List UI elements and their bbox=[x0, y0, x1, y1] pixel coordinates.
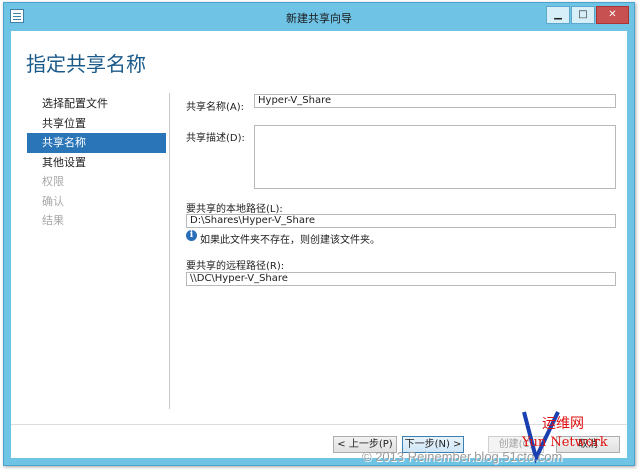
logo-chinese-text: 运维网 bbox=[542, 416, 584, 432]
copyright-watermark: © 2013 Reinember.blog.51cto.com bbox=[362, 449, 563, 464]
nav-item-other-settings[interactable]: 其他设置 bbox=[27, 153, 166, 173]
local-path-label: 要共享的本地路径(L): bbox=[186, 204, 283, 215]
title-bar[interactable]: 新建共享向导 ▁ □ ✕ bbox=[4, 3, 634, 31]
wizard-window: 新建共享向导 ▁ □ ✕ 指定共享名称 选择配置文件 共享位置 共享名称 其他设… bbox=[3, 2, 635, 466]
minimize-button[interactable]: ▁ bbox=[546, 6, 570, 24]
nav-item-results: 结果 bbox=[42, 214, 64, 227]
share-name-input[interactable]: Hyper-V_Share bbox=[254, 94, 616, 108]
wizard-nav: 选择配置文件 共享位置 共享名称 其他设置 权限 确认 结果 bbox=[27, 94, 166, 231]
nav-item-select-profile[interactable]: 选择配置文件 bbox=[27, 94, 166, 114]
page-title: 指定共享名称 bbox=[26, 52, 146, 76]
nav-item-permissions: 权限 bbox=[42, 175, 64, 188]
logo-english-text: Yun Network bbox=[521, 435, 608, 450]
window-title: 新建共享向导 bbox=[286, 12, 352, 25]
wizard-content: 指定共享名称 选择配置文件 共享位置 共享名称 其他设置 权限 确认 结果 共享… bbox=[11, 31, 627, 458]
info-icon: i bbox=[186, 230, 197, 241]
info-text: 如果此文件夹不存在，则创建该文件夹。 bbox=[200, 235, 380, 246]
close-button[interactable]: ✕ bbox=[596, 6, 629, 24]
maximize-button[interactable]: □ bbox=[571, 6, 595, 24]
share-description-label: 共享描述(D): bbox=[186, 133, 245, 144]
remote-path-label: 要共享的远程路径(R): bbox=[186, 261, 285, 272]
nav-item-share-location[interactable]: 共享位置 bbox=[27, 114, 166, 134]
nav-item-confirm: 确认 bbox=[42, 194, 64, 208]
nav-item-share-name[interactable]: 共享名称 bbox=[27, 133, 166, 153]
remote-path-field[interactable]: \\DC\Hyper-V_Share bbox=[186, 272, 616, 286]
share-name-label: 共享名称(A): bbox=[186, 102, 245, 113]
local-path-input[interactable]: D:\Shares\Hyper-V_Share bbox=[186, 214, 616, 228]
nav-divider bbox=[169, 93, 170, 409]
share-description-input[interactable] bbox=[254, 125, 616, 189]
